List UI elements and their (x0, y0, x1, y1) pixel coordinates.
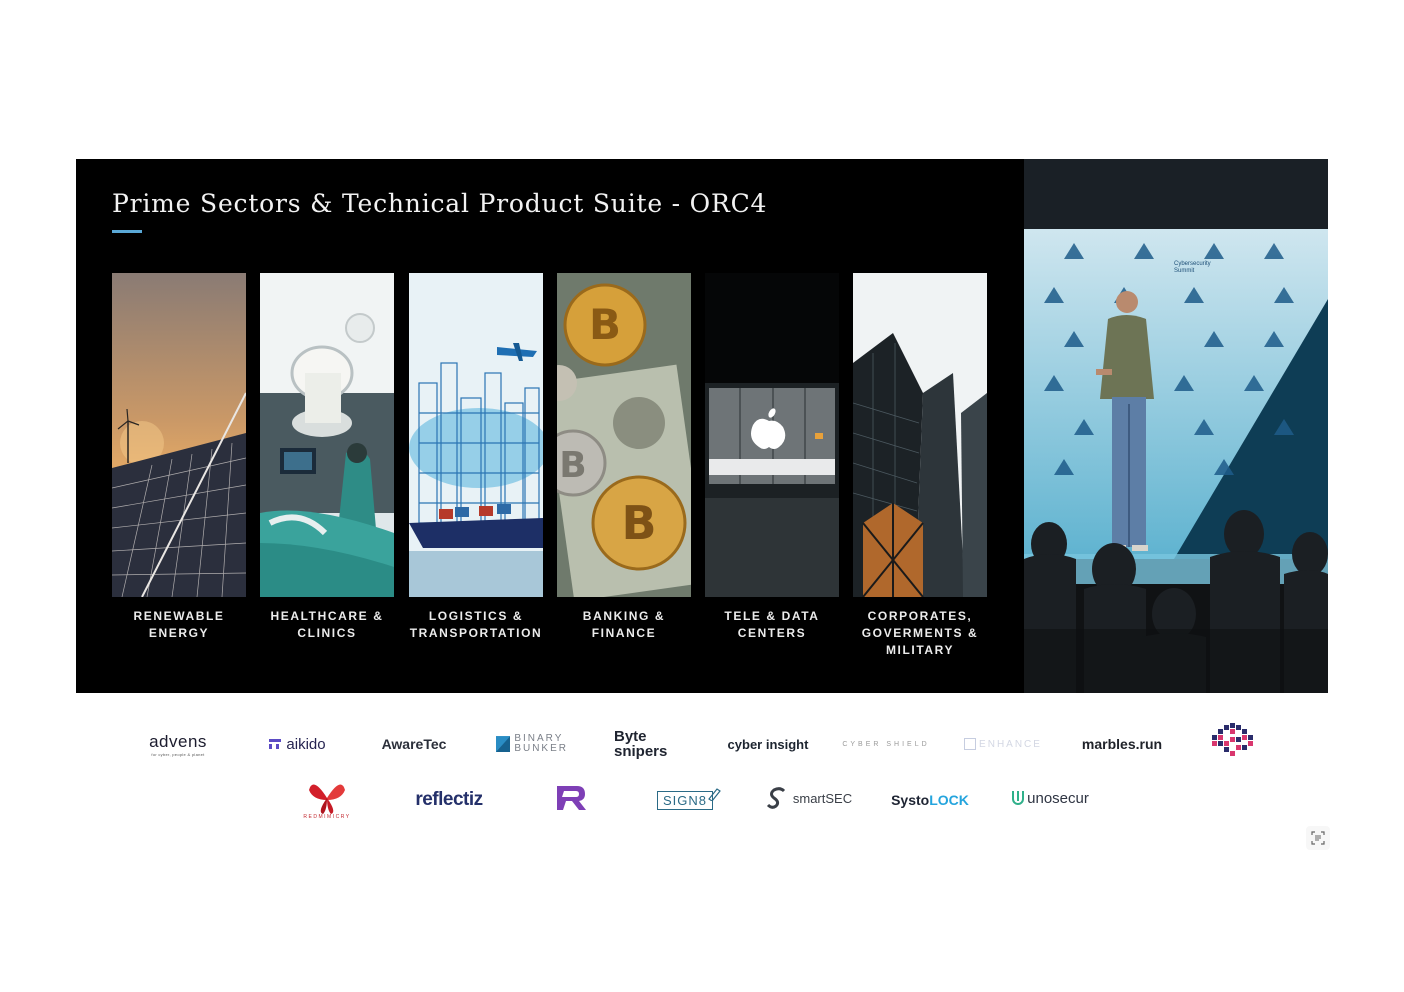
sector-label: CORPORATES, GOVERMENTS & MILITARY (861, 609, 979, 657)
pixel-brain-logo (1206, 720, 1262, 760)
svg-text:Cybersecurity: Cybersecurity (1174, 261, 1211, 267)
svg-text:B: B (589, 300, 621, 349)
sector-label: RENEWABLE ENERGY (133, 609, 225, 640)
sector-label: TELE & DATA CENTERS (724, 609, 820, 640)
pixel-brain-icon (1212, 723, 1253, 756)
svg-text:Summit: Summit (1174, 268, 1195, 274)
scan-text-button[interactable] (1306, 826, 1330, 850)
sc-guard-logo: ENHANCE (964, 724, 1042, 764)
redmimicry-logo: REDMIMICRY (296, 776, 358, 824)
scan-icon (1311, 831, 1325, 845)
smartsec-logo: smartSEC (764, 778, 854, 818)
cyber-insight-logo: cyber insight (727, 736, 809, 752)
sign8-logo: SIGN8 (654, 780, 724, 820)
marbles-run-logo: marbles.run (1081, 736, 1163, 752)
cyber-shield-logo: CYBER SHIELD (842, 740, 930, 748)
bytesnipers-logo: Byte snipers (614, 727, 668, 760)
unosecur-logo: unosecur (1004, 778, 1096, 818)
svg-text:B: B (559, 445, 586, 486)
slide-title: Prime Sectors & Technical Product Suite … (112, 189, 768, 218)
title-underline (112, 230, 142, 233)
awaretec-logo: AwareTec (381, 736, 447, 752)
skyscrapers-image (853, 273, 987, 597)
unosecur-icon (1012, 791, 1025, 805)
binary-bunker-logo: BINARY BUNKER (496, 724, 568, 764)
presentation-slide: Prime Sectors & Technical Product Suite … (76, 159, 1024, 693)
logistics-image (409, 273, 543, 597)
sector-label: BANKING & FINANCE (582, 609, 666, 640)
reflectiz-logo: reflectiz (415, 789, 483, 810)
binary-bunker-icon (496, 736, 511, 752)
r-logo-icon (557, 786, 586, 810)
operating-room-image (260, 273, 394, 597)
butterfly-icon (309, 784, 345, 814)
bitcoin-image: B B B (557, 273, 691, 597)
smartsec-icon (766, 787, 785, 809)
apple-store-image (705, 273, 839, 597)
systolock-logo: Systo LOCK (891, 792, 969, 808)
speaker-camera-feed: Cybersecurity Summit (1024, 159, 1328, 693)
r-logo (550, 778, 590, 818)
svg-text:B: B (621, 496, 656, 550)
solar-panels-image (112, 273, 246, 597)
sector-label: HEALTHCARE & CLINICS (270, 609, 384, 640)
aikido-icon (269, 739, 282, 749)
sc-guard-icon (964, 738, 977, 750)
sector-label: LOGISTICS & TRANSPORTATION (409, 609, 543, 640)
aikido-logo: aikido (262, 724, 332, 764)
advens-logo: advens for cyber, people & planet (149, 731, 207, 757)
pen-icon (708, 788, 721, 801)
